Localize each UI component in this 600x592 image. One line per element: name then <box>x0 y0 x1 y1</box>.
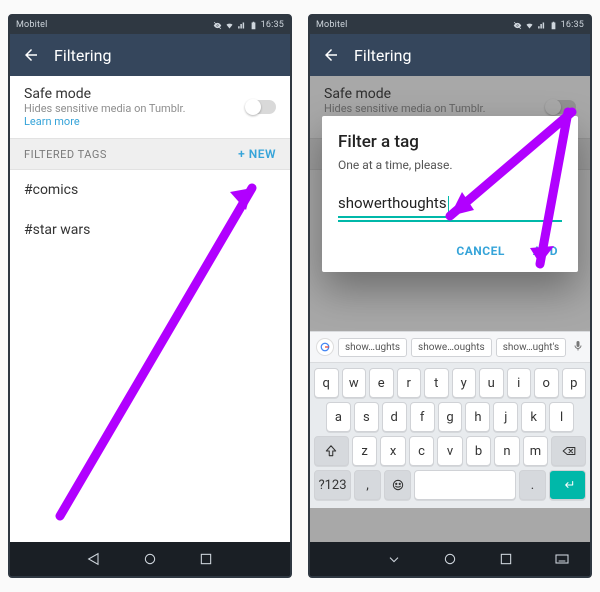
key-o[interactable]: o <box>534 368 559 398</box>
key-s[interactable]: s <box>354 402 379 432</box>
key-period[interactable]: . <box>519 470 546 500</box>
clock-label: 16:35 <box>261 20 284 30</box>
key-h[interactable]: h <box>465 402 490 432</box>
keyboard: q w e r t y u i o p a s d <box>310 363 590 508</box>
section-label: FILTERED TAGS <box>24 148 107 161</box>
key-a[interactable]: a <box>326 402 351 432</box>
suggestion-chip[interactable]: show…ught's <box>496 338 566 357</box>
key-shift[interactable] <box>314 436 349 466</box>
add-button[interactable]: ADD <box>529 238 562 264</box>
app-bar-title: Filtering <box>54 46 111 65</box>
text-caret <box>448 196 449 212</box>
cancel-button[interactable]: CANCEL <box>452 238 508 264</box>
key-enter[interactable] <box>549 470 586 500</box>
key-y[interactable]: y <box>452 368 477 398</box>
key-i[interactable]: i <box>507 368 532 398</box>
key-u[interactable]: u <box>479 368 504 398</box>
suggestion-chip[interactable]: showe…oughts <box>411 338 492 357</box>
key-t[interactable]: t <box>424 368 449 398</box>
status-bar: Mobitel 16:35 <box>10 16 290 34</box>
safe-mode-toggle[interactable] <box>246 100 276 114</box>
key-b[interactable]: b <box>466 436 491 466</box>
safe-mode-sub: Hides sensitive media on Tumblr. <box>24 102 186 115</box>
suggestion-bar: show…ughts showe…oughts show…ught's <box>310 331 590 363</box>
dialog-subtitle: One at a time, please. <box>338 158 562 172</box>
nav-recent-icon[interactable] <box>498 551 514 567</box>
signal-icon <box>237 21 246 30</box>
key-v[interactable]: v <box>437 436 462 466</box>
key-m[interactable]: m <box>523 436 548 466</box>
keyboard-area: show…ughts showe…oughts show…ught's q w … <box>310 331 590 508</box>
nav-back-icon[interactable] <box>386 551 402 567</box>
nav-bar <box>310 542 590 576</box>
tag-input-wrap[interactable]: showerthoughts <box>338 190 562 222</box>
signal-icon <box>537 21 546 30</box>
tag-input-value: showerthoughts <box>338 194 447 212</box>
key-space[interactable] <box>414 470 516 500</box>
safe-mode-row[interactable]: Safe mode Hides sensitive media on Tumbl… <box>10 76 290 138</box>
key-comma[interactable]: , <box>354 470 381 500</box>
learn-more-link[interactable]: Learn more <box>24 115 186 128</box>
screen-right: Safe mode Hides sensitive media on Tumbl… <box>310 76 590 542</box>
add-new-tag-button[interactable]: + NEW <box>238 147 276 161</box>
suggestion-chip[interactable]: show…ughts <box>338 338 407 357</box>
wifi-icon <box>225 21 234 30</box>
filtered-tags-header: FILTERED TAGS + NEW <box>10 138 290 170</box>
nav-home-icon[interactable] <box>442 551 458 567</box>
key-backspace[interactable] <box>551 436 586 466</box>
key-e[interactable]: e <box>369 368 394 398</box>
status-bar: Mobitel 16:35 <box>310 16 590 34</box>
key-k[interactable]: k <box>521 402 546 432</box>
key-symbols[interactable]: ?123 <box>314 470 351 500</box>
tag-item[interactable]: #comics <box>10 170 290 210</box>
tag-item[interactable]: #star wars <box>10 210 290 250</box>
key-c[interactable]: c <box>409 436 434 466</box>
key-w[interactable]: w <box>342 368 367 398</box>
nav-bar <box>10 542 290 576</box>
eye-off-icon <box>213 21 222 30</box>
app-bar: Filtering <box>310 34 590 76</box>
key-x[interactable]: x <box>380 436 405 466</box>
status-icons: 16:35 <box>213 20 284 30</box>
keyboard-toggle-icon[interactable] <box>554 551 570 567</box>
eye-off-icon <box>513 21 522 30</box>
mic-icon[interactable] <box>572 340 584 355</box>
carrier-label: Mobitel <box>16 20 48 30</box>
dialog-title: Filter a tag <box>338 132 562 152</box>
screen-left: Safe mode Hides sensitive media on Tumbl… <box>10 76 290 542</box>
app-bar: Filtering <box>10 34 290 76</box>
clock-label: 16:35 <box>561 20 584 30</box>
key-r[interactable]: r <box>397 368 422 398</box>
phone-right: Mobitel 16:35 Filtering Safe mode Hides … <box>308 14 592 578</box>
back-icon[interactable] <box>22 46 40 64</box>
wifi-icon <box>525 21 534 30</box>
filter-tag-dialog: Filter a tag One at a time, please. show… <box>322 116 578 272</box>
key-q[interactable]: q <box>314 368 339 398</box>
nav-home-icon[interactable] <box>142 551 158 567</box>
battery-icon <box>249 21 258 30</box>
safe-mode-title: Safe mode <box>24 86 186 102</box>
key-l[interactable]: l <box>549 402 574 432</box>
key-g[interactable]: g <box>438 402 463 432</box>
key-emoji[interactable] <box>384 470 411 500</box>
carrier-label: Mobitel <box>316 20 348 30</box>
phone-left: Mobitel 16:35 Filtering Safe mode Hides … <box>8 14 292 578</box>
key-n[interactable]: n <box>494 436 519 466</box>
key-d[interactable]: d <box>382 402 407 432</box>
google-icon[interactable] <box>316 338 334 356</box>
key-f[interactable]: f <box>410 402 435 432</box>
status-icons: 16:35 <box>513 20 584 30</box>
back-icon[interactable] <box>322 46 340 64</box>
nav-recent-icon[interactable] <box>198 551 214 567</box>
app-bar-title: Filtering <box>354 46 411 65</box>
key-p[interactable]: p <box>562 368 587 398</box>
key-j[interactable]: j <box>493 402 518 432</box>
nav-back-icon[interactable] <box>86 551 102 567</box>
battery-icon <box>549 21 558 30</box>
key-z[interactable]: z <box>352 436 377 466</box>
